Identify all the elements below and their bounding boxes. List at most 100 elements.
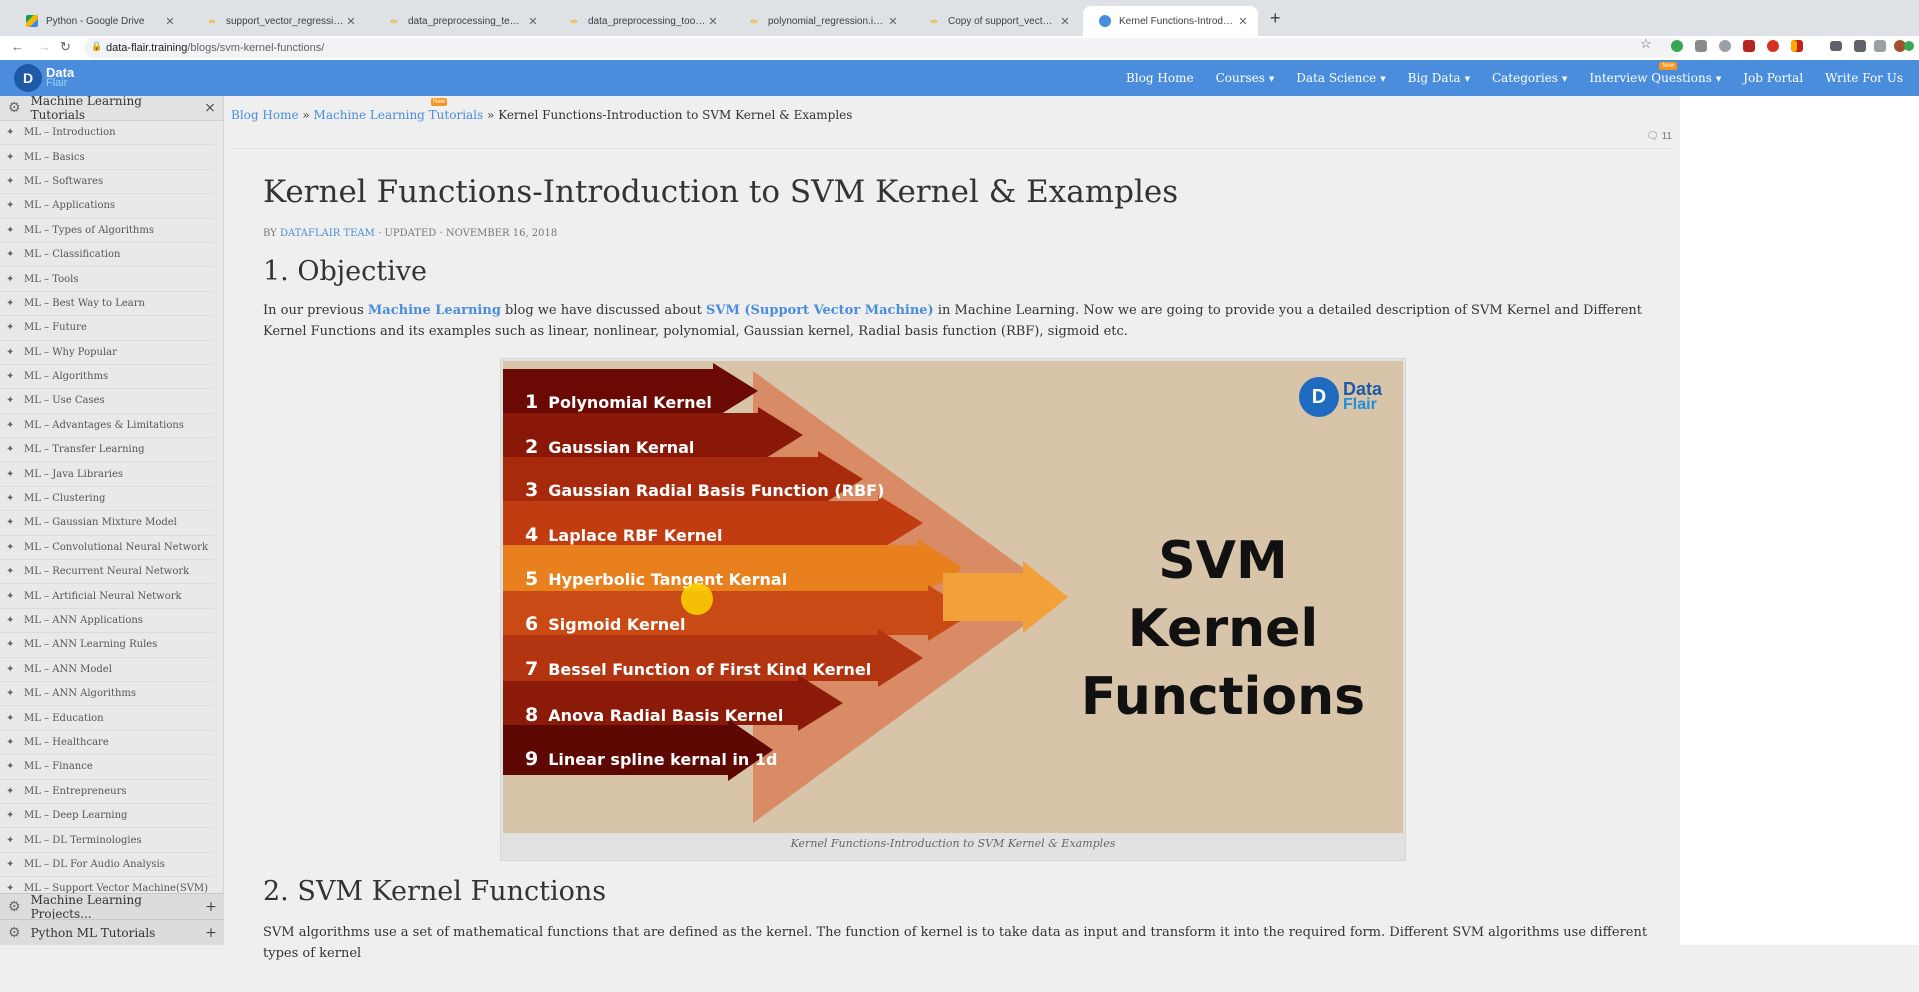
nav-item[interactable]: Blog Home: [1126, 71, 1194, 85]
sidebar-item[interactable]: ✦ ML – Gaussian Mixture Model: [0, 511, 214, 536]
sidebar-item[interactable]: ✦ ML – Tools: [0, 267, 214, 292]
nav-item[interactable]: Data Science ▼: [1296, 71, 1385, 85]
sidebar-item[interactable]: ✦ ML – Best Way to Learn: [0, 292, 214, 317]
machine-learning-link[interactable]: Machine Learning: [368, 303, 501, 318]
reload-icon[interactable]: ↻: [60, 39, 71, 55]
comments-count[interactable]: 🗨 11: [1646, 131, 1672, 142]
browser-tab[interactable]: ∞ data_preprocessing_template.ipynb✕: [372, 6, 548, 36]
extension-icon[interactable]: [1695, 40, 1707, 52]
sidebar-item[interactable]: ✦ ML – Applications: [0, 194, 214, 219]
sidebar-section-python-ml[interactable]: ⚙ Python ML Tutorials +: [0, 919, 224, 945]
browser-tab[interactable]: Python - Google Drive ✕: [10, 6, 185, 36]
browser-toolbar: ← → ↻ 🔒 data-flair.training/blogs/svm-ke…: [0, 36, 1919, 60]
extension-icon[interactable]: [1791, 40, 1797, 52]
close-tab-icon[interactable]: ✕: [1058, 15, 1072, 28]
sidebar-section-label: Machine Learning Projects...: [30, 892, 142, 921]
sidebar-header[interactable]: ⚙ Machine Learning Tutorials ×: [0, 94, 223, 122]
back-icon[interactable]: ←: [11, 39, 24, 54]
colab-icon: ∞: [930, 16, 938, 26]
address-bar[interactable]: 🔒 data-flair.training/blogs/svm-kernel-f…: [84, 38, 1681, 58]
extension-icon[interactable]: [1719, 40, 1731, 52]
sidebar-item[interactable]: ✦ ML – Deep Learning: [0, 804, 214, 829]
browser-tab[interactable]: ∞ polynomial_regression.ipynb - C✕: [732, 6, 908, 36]
nav-item[interactable]: Big Data ▼: [1408, 71, 1470, 85]
cast-icon[interactable]: [1830, 41, 1842, 51]
sidebar-item[interactable]: ✦ ML – Classification: [0, 243, 214, 268]
breadcrumb-parent-link[interactable]: Machine Learning Tutorials: [314, 108, 484, 122]
nav-item[interactable]: Write For Us: [1825, 71, 1903, 85]
sidebar-item[interactable]: ✦ ML – Java Libraries: [0, 462, 214, 487]
nav-item[interactable]: Courses ▼: [1216, 71, 1275, 85]
nav-item[interactable]: Job Portal: [1743, 71, 1803, 85]
sidebar-item[interactable]: ✦ ML – ANN Algorithms: [0, 682, 214, 707]
extension-icon[interactable]: [1854, 40, 1866, 52]
close-tab-icon[interactable]: ✕: [886, 15, 900, 28]
expand-icon[interactable]: +: [198, 925, 224, 941]
sidebar-item-label: ML – Deep Learning: [24, 810, 128, 822]
author-link[interactable]: DATAFLAIR TEAM: [280, 228, 375, 239]
bullet-icon: ✦: [6, 273, 15, 285]
sidebar-item[interactable]: ✦ ML – Finance: [0, 755, 214, 780]
meta-date: · UPDATED · NOVEMBER 16, 2018: [378, 228, 558, 239]
nav-item-label: Data Science: [1296, 71, 1377, 85]
text-span: blog we have discussed about: [500, 303, 706, 318]
kernel-name: Linear spline kernal in 1d: [548, 750, 778, 769]
sidebar-item[interactable]: ✦ ML – ANN Model: [0, 658, 214, 682]
sidebar-item[interactable]: ✦ ML – DL For Audio Analysis: [0, 853, 214, 878]
sidebar-item[interactable]: ✦ ML – Education: [0, 706, 214, 731]
sidebar-item[interactable]: ✦ ML – Use Cases: [0, 389, 214, 414]
sidebar-item[interactable]: ✦ ML – Healthcare: [0, 731, 214, 756]
browser-tab[interactable]: Kernel Functions-Introduction to✕: [1083, 6, 1258, 36]
sidebar-item[interactable]: ✦ ML – Why Popular: [0, 341, 214, 365]
site-logo[interactable]: D Data Flair: [14, 64, 74, 92]
close-tab-icon[interactable]: ✕: [526, 15, 540, 28]
sidebar-item[interactable]: ✦ ML – Entrepreneurs: [0, 780, 214, 804]
sidebar-section-ml-projects[interactable]: ⚙ Machine Learning Projects... +: [0, 892, 224, 921]
close-icon[interactable]: ×: [197, 100, 223, 116]
section-heading-objective: 1. Objective: [263, 256, 427, 287]
sidebar-item[interactable]: ✦ ML – Advantages & Limitations: [0, 414, 214, 439]
forward-icon[interactable]: →: [38, 39, 51, 54]
close-tab-icon[interactable]: ✕: [163, 15, 177, 28]
sidebar-item[interactable]: ✦ ML – Introduction: [0, 121, 214, 146]
close-tab-icon[interactable]: ✕: [1236, 15, 1250, 28]
sidebar-item[interactable]: ✦ ML – Basics: [0, 145, 214, 170]
sync-icon[interactable]: [1904, 41, 1914, 51]
bullet-icon: ✦: [6, 590, 15, 602]
breadcrumb-home-link[interactable]: Blog Home: [231, 108, 299, 122]
sidebar-item[interactable]: ✦ ML – Transfer Learning: [0, 438, 214, 463]
bookmark-star-icon[interactable]: ☆: [1640, 36, 1652, 52]
browser-tab[interactable]: ∞ Copy of support_vector_regression✕: [912, 6, 1080, 36]
sidebar-item[interactable]: ✦ ML – Future: [0, 316, 214, 341]
nav-item-label: Job Portal: [1743, 71, 1804, 85]
kernel-label: 1 Polynomial Kernel: [525, 391, 712, 413]
settings-icon: ⚙: [8, 100, 21, 116]
svm-link[interactable]: SVM (Support Vector Machine): [706, 303, 934, 318]
bullet-icon: ✦: [6, 395, 15, 407]
nav-item[interactable]: Interview Questions ▼ New: [1589, 62, 1721, 85]
close-tab-icon[interactable]: ✕: [344, 15, 358, 28]
sidebar-item[interactable]: ✦ ML – ANN Learning Rules: [0, 633, 214, 658]
sidebar-item[interactable]: ✦ ML – Artificial Neural Network: [0, 584, 214, 609]
extension-icon[interactable]: [1743, 40, 1755, 52]
sidebar-item[interactable]: ✦ ML – Recurrent Neural Network: [0, 560, 214, 585]
sidebar-item[interactable]: ✦ ML – Types of Algorithms: [0, 219, 214, 243]
sidebar-item[interactable]: ✦ ML – Algorithms: [0, 365, 214, 390]
browser-tab[interactable]: ∞ support_vector_regression.ipynb✕: [190, 6, 366, 36]
expand-icon[interactable]: +: [198, 899, 224, 915]
extension-icon[interactable]: [1671, 40, 1683, 52]
article-title: Kernel Functions-Introduction to SVM Ker…: [263, 174, 1179, 210]
close-tab-icon[interactable]: ✕: [706, 15, 720, 28]
sidebar-item[interactable]: ✦ ML – Convolutional Neural Network: [0, 536, 214, 561]
sidebar-item[interactable]: ✦ ML – Softwares: [0, 170, 214, 195]
sidebar-item-label: ML – Softwares: [24, 175, 104, 187]
nav-item[interactable]: Categories ▼: [1492, 71, 1567, 85]
sidebar-item[interactable]: ✦ ML – DL Terminologies: [0, 828, 214, 853]
sidebar-item[interactable]: ✦ ML – Clustering: [0, 487, 214, 512]
new-tab-icon[interactable]: +: [1270, 8, 1281, 29]
extension-icon[interactable]: [1767, 40, 1779, 52]
extension-icon[interactable]: [1874, 40, 1886, 52]
sidebar-item-label: ML – Basics: [24, 151, 85, 163]
browser-tab[interactable]: ∞ data_preprocessing_tools.ipynb✕: [552, 6, 728, 36]
sidebar-item[interactable]: ✦ ML – ANN Applications: [0, 609, 214, 634]
